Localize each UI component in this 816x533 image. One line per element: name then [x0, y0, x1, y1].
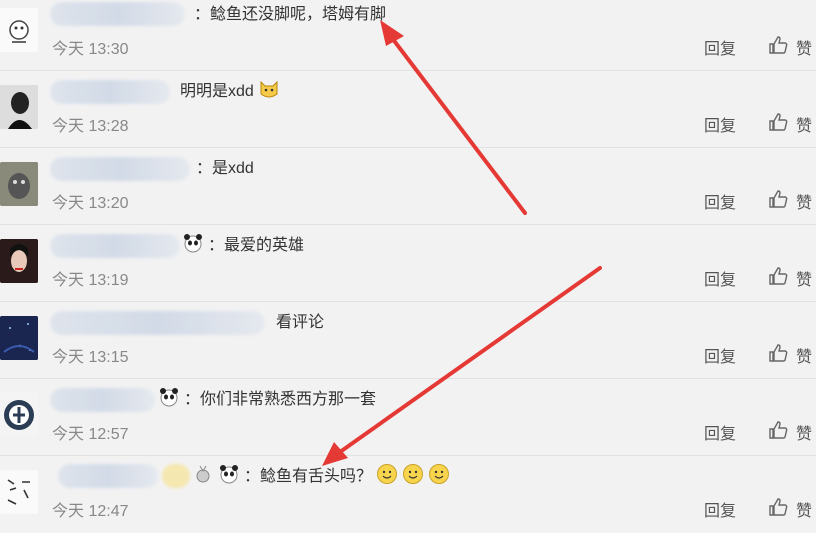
comment-item: ：是xdd 今天 13:20 回复 赞: [0, 148, 816, 225]
panda-emoji-icon: [184, 234, 202, 253]
reply-button[interactable]: 回复: [704, 420, 736, 444]
comment-time: 今天 13:19: [52, 272, 129, 289]
comment-text: ：鲶鱼有舌头吗？: [192, 462, 450, 486]
reply-button[interactable]: 回复: [704, 112, 736, 136]
cat-emoji-icon: [260, 80, 278, 98]
medal-icon: [196, 465, 210, 483]
comment-time: 今天 13:20: [52, 195, 129, 212]
comment-item: ：最爱的英雄 今天 13:19 回复 赞: [0, 225, 816, 302]
comment-time: 今天 13:30: [52, 41, 129, 58]
panda-emoji-icon: [220, 465, 238, 484]
reply-button[interactable]: 回复: [704, 189, 736, 213]
smile-emoji-icon: [377, 464, 398, 484]
like-button[interactable]: 赞: [796, 497, 812, 521]
comment-list: ：鲶鱼还没脚呢，塔姆有脚 今天 13:30 回复 赞 明明是xdd 今天 13:…: [0, 0, 816, 520]
avatar[interactable]: [0, 239, 38, 283]
comment-text: ：是xdd: [196, 160, 254, 177]
avatar[interactable]: [0, 316, 38, 360]
comment-text: ：最爱的英雄: [182, 231, 304, 255]
thumbs-up-icon[interactable]: [768, 497, 788, 517]
smile-emoji-icon: [429, 464, 450, 484]
reply-button[interactable]: 回复: [704, 343, 736, 367]
comment-time: 今天 13:28: [52, 118, 129, 135]
comment-item: ：鲶鱼还没脚呢，塔姆有脚 今天 13:30 回复 赞: [0, 0, 816, 71]
comment-item: ：鲶鱼有舌头吗？ 今天 12:47 回复 赞: [0, 456, 816, 533]
avatar[interactable]: [0, 8, 38, 52]
panda-emoji-icon: [160, 388, 178, 407]
thumbs-up-icon[interactable]: [768, 112, 788, 132]
comment-text: ：你们非常熟悉西方那一套: [158, 385, 376, 409]
comment-time: 今天 13:15: [52, 349, 129, 366]
like-button[interactable]: 赞: [796, 189, 812, 213]
like-button[interactable]: 赞: [796, 35, 812, 59]
username-blurred[interactable]: [50, 2, 185, 26]
username-blurred[interactable]: [50, 80, 170, 104]
thumbs-up-icon[interactable]: [768, 35, 788, 55]
username-blurred[interactable]: [58, 464, 158, 488]
username-blurred[interactable]: [50, 311, 265, 335]
thumbs-up-icon[interactable]: [768, 420, 788, 440]
badge-blurred: [162, 464, 190, 488]
avatar[interactable]: [0, 85, 38, 129]
comment-text: 明明是xdd: [180, 77, 280, 101]
thumbs-up-icon[interactable]: [768, 266, 788, 286]
avatar[interactable]: [0, 393, 38, 437]
comment-text: ：鲶鱼还没脚呢，塔姆有脚: [194, 6, 387, 23]
username-blurred[interactable]: [50, 157, 190, 181]
like-button[interactable]: 赞: [796, 420, 812, 444]
like-button[interactable]: 赞: [796, 112, 812, 136]
comment-item: 明明是xdd 今天 13:28 回复 赞: [0, 71, 816, 148]
comment-time: 今天 12:57: [52, 426, 129, 443]
smile-emoji-icon: [403, 464, 424, 484]
thumbs-up-icon[interactable]: [768, 343, 788, 363]
comment-time: 今天 12:47: [52, 503, 129, 520]
like-button[interactable]: 赞: [796, 343, 812, 367]
username-blurred[interactable]: [50, 234, 180, 258]
reply-button[interactable]: 回复: [704, 266, 736, 290]
thumbs-up-icon[interactable]: [768, 189, 788, 209]
username-blurred[interactable]: [50, 388, 155, 412]
comment-text: 看评论: [276, 314, 325, 331]
comment-item: ：你们非常熟悉西方那一套 今天 12:57 回复 赞: [0, 379, 816, 456]
reply-button[interactable]: 回复: [704, 497, 736, 521]
like-button[interactable]: 赞: [796, 266, 812, 290]
avatar[interactable]: [0, 470, 38, 514]
reply-button[interactable]: 回复: [704, 35, 736, 59]
comment-item: 看评论 今天 13:15 回复 赞: [0, 302, 816, 379]
avatar[interactable]: [0, 162, 38, 206]
